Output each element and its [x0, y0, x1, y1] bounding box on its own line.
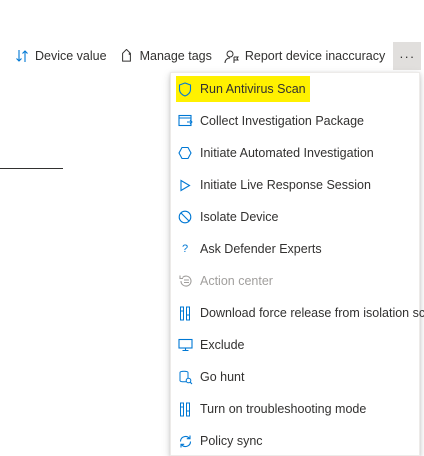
menu-item-label: Go hunt: [200, 370, 245, 384]
hunt-icon: [177, 369, 193, 385]
troubleshoot-icon: [177, 401, 193, 417]
menu-item-action-center[interactable]: Action center: [171, 265, 419, 297]
monitor-icon: [177, 337, 193, 353]
menu-item-ask-defender-experts[interactable]: ? Ask Defender Experts: [171, 233, 419, 265]
report-inaccuracy-button[interactable]: Report device inaccuracy: [224, 48, 385, 64]
menu-item-label: Download force release from isolation sc…: [200, 306, 424, 320]
manage-tags-label: Manage tags: [139, 49, 212, 63]
more-icon: ···: [399, 48, 416, 64]
menu-item-initiate-automated-investigation[interactable]: Initiate Automated Investigation: [171, 137, 419, 169]
divider: [0, 168, 63, 169]
block-icon: [177, 209, 193, 225]
script-icon: [177, 305, 193, 321]
menu-item-run-antivirus-scan[interactable]: Run Antivirus Scan: [171, 73, 419, 105]
menu-item-isolate-device[interactable]: Isolate Device: [171, 201, 419, 233]
menu-item-policy-sync[interactable]: Policy sync: [171, 425, 419, 456]
more-actions-menu: Run Antivirus Scan Collect Investigation…: [170, 72, 424, 456]
device-page: Device value Manage tags Report device i…: [0, 0, 424, 456]
device-value-button[interactable]: Device value: [14, 48, 107, 64]
report-person-icon: [224, 48, 240, 64]
menu-item-label: Policy sync: [200, 434, 263, 448]
question-icon: ?: [181, 243, 189, 255]
shield-icon: [177, 81, 193, 97]
menu-item-download-force-release-script[interactable]: Download force release from isolation sc…: [171, 297, 424, 329]
menu-item-exclude[interactable]: Exclude: [171, 329, 419, 361]
report-inaccuracy-label: Report device inaccuracy: [244, 49, 386, 63]
sync-icon: [177, 433, 193, 449]
tag-icon: [119, 48, 135, 64]
menu-item-label: Run Antivirus Scan: [200, 82, 306, 96]
menu-item-collect-investigation-package[interactable]: Collect Investigation Package: [171, 105, 419, 137]
menu-item-label: Collect Investigation Package: [200, 114, 364, 128]
sort-arrows-icon: [14, 48, 30, 64]
hexagon-icon: [177, 145, 193, 161]
menu-item-initiate-live-response-session[interactable]: Initiate Live Response Session: [171, 169, 419, 201]
menu-item-label: Initiate Live Response Session: [200, 178, 371, 192]
play-icon: [177, 177, 193, 193]
menu-item-label: Initiate Automated Investigation: [200, 146, 374, 160]
menu-item-troubleshooting-mode[interactable]: Turn on troubleshooting mode: [171, 393, 419, 425]
menu-item-label: Isolate Device: [200, 210, 279, 224]
menu-item-label: Ask Defender Experts: [200, 242, 322, 256]
more-actions-button[interactable]: ···: [393, 42, 422, 70]
manage-tags-button[interactable]: Manage tags: [119, 48, 212, 64]
menu-item-label: Action center: [200, 274, 273, 288]
menu-item-label: Turn on troubleshooting mode: [200, 402, 367, 416]
menu-item-label: Exclude: [200, 338, 245, 352]
package-icon: [177, 113, 193, 129]
device-action-toolbar: Device value Manage tags Report device i…: [14, 42, 422, 70]
device-value-label: Device value: [35, 49, 107, 63]
history-icon: [177, 273, 193, 289]
highlight: Run Antivirus Scan: [176, 76, 310, 102]
menu-item-go-hunt[interactable]: Go hunt: [171, 361, 419, 393]
